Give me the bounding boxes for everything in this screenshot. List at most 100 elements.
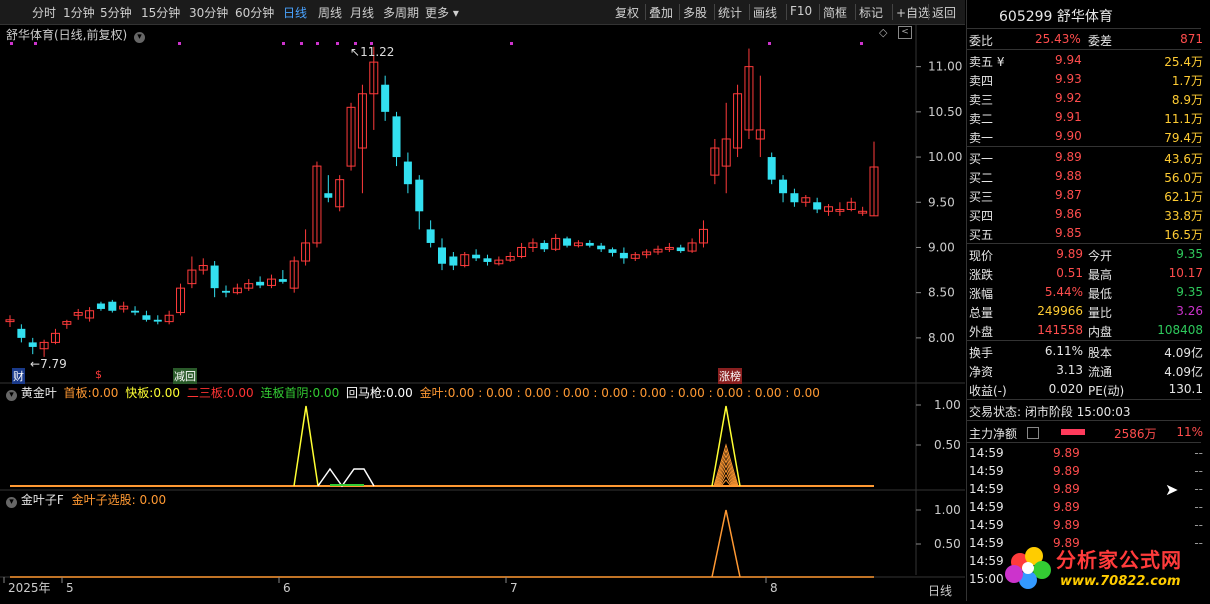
indicator1-item-label: 快板: (125, 386, 154, 400)
toolbar-button-2[interactable]: 多股 (683, 4, 707, 21)
stat-label: 现价 (969, 249, 994, 263)
indicator1-name: 黄金叶 (20, 386, 57, 400)
price-tick-label: 8.50 (928, 286, 955, 300)
chevron-down-icon[interactable]: ▾ (6, 390, 17, 401)
diamond-icon[interactable]: ◇ (879, 26, 887, 39)
toolbar-button-4[interactable]: 画线 (753, 4, 777, 21)
stat-value: 249966 (1037, 304, 1083, 318)
cai-marker[interactable]: 财 (12, 368, 25, 384)
candle-body (403, 161, 412, 185)
ask-row[interactable]: 卖三 9.92 8.9万 (967, 89, 1203, 108)
stat-value: 141558 (1037, 323, 1083, 337)
fund-value: 0.020 (1048, 382, 1083, 396)
toolbar-button-1[interactable]: 叠加 (649, 4, 673, 21)
toolbar-button-5[interactable]: F10 (790, 4, 812, 18)
tick-volume: -- (1194, 464, 1203, 478)
dollar-marker[interactable]: $ (95, 368, 102, 381)
list-icon[interactable] (1027, 427, 1039, 439)
candle-body (392, 116, 401, 158)
period-tab-0[interactable]: 分时 (32, 4, 56, 21)
period-tab-3[interactable]: 15分钟 (141, 4, 180, 21)
candle-body (790, 193, 799, 203)
toolbar-button-9[interactable]: 返回 (932, 4, 956, 21)
period-label[interactable]: 日线 (928, 582, 952, 599)
candle-body (779, 179, 788, 194)
tick-volume: -- (1194, 518, 1203, 532)
toolbar-button-0[interactable]: 复权 (615, 4, 639, 21)
period-tab-1[interactable]: 1分钟 (63, 4, 95, 21)
period-tab-5[interactable]: 60分钟 (235, 4, 274, 21)
indicator1-title[interactable]: ▾ 黄金叶 首板:0.00 快板:0.00 二三板:0.00 连板首阴:0.00… (6, 384, 820, 401)
tick-row: 14:59 9.89 -- (967, 516, 1203, 535)
chevron-down-icon[interactable]: ▾ (6, 497, 17, 508)
bid-row[interactable]: 买一 9.89 43.6万 (967, 148, 1203, 167)
stat-label: 量比 (1088, 306, 1113, 320)
tick-price: 9.89 (1053, 464, 1080, 478)
period-tab-7[interactable]: 周线 (318, 4, 342, 21)
tick-price: 9.89 (1053, 482, 1080, 496)
candle-body (619, 252, 628, 259)
ask-price: 9.90 (1055, 129, 1082, 143)
x-tick-label: 2025年 (8, 581, 51, 595)
price-tick-label: 8.00 (928, 331, 955, 345)
mainforce-pct: 11% (1176, 425, 1203, 439)
zhangbang-marker[interactable]: 涨榜 (718, 368, 742, 384)
ask-row[interactable]: 卖二 9.91 11.1万 (967, 108, 1203, 127)
bid-row[interactable]: 买二 9.88 56.0万 (967, 167, 1203, 186)
fundamental-row: 净资 3.13 流通 4.09亿 (967, 361, 1203, 380)
toolbar-separator (928, 4, 929, 20)
toolbar-button-8[interactable]: +自选 (896, 4, 930, 21)
ind1-tick-label: 1.00 (934, 398, 961, 412)
ask-volume: 79.4万 (1164, 131, 1203, 145)
stock-header: 605299 舒华体育 (999, 6, 1113, 26)
indicator2-title[interactable]: ▾ 金叶子F 金叶子选股: 0.00 (6, 491, 166, 508)
mouse-cursor-icon: ➤ (1165, 480, 1179, 499)
ind1-tick-label: 0.50 (934, 438, 961, 452)
period-tab-2[interactable]: 5分钟 (100, 4, 132, 21)
candle-body (381, 84, 390, 112)
period-tab-10[interactable]: 更多 ▾ (425, 4, 459, 21)
ask-label: 卖四 (969, 74, 994, 88)
ask-volume: 1.7万 (1171, 74, 1203, 88)
toolbar-button-6[interactable]: 简框 (823, 4, 847, 21)
ask-row[interactable]: 卖一 9.90 79.4万 (967, 127, 1203, 146)
stat-row: 外盘 141558 内盘 108408 (967, 321, 1203, 340)
signal-dot (510, 42, 513, 45)
watermark-brand: 分析家公式网 (1056, 548, 1182, 572)
ask-price: 9.92 (1055, 91, 1082, 105)
stat-value: 108408 (1157, 323, 1203, 337)
bid-row[interactable]: 买四 9.86 33.8万 (967, 205, 1203, 224)
kline-chart[interactable]: 11.00 10.50 10.00 9.50 9.00 8.50 8.00 1.00 0.50… (0, 25, 965, 601)
ind1-huimaqiang (317, 467, 375, 488)
period-tab-8[interactable]: 月线 (350, 4, 374, 21)
fundamental-row: 换手 6.11% 股本 4.09亿 (967, 342, 1203, 361)
toolbar-button-7[interactable]: 标记 (859, 4, 883, 21)
period-tab-9[interactable]: 多周期 (383, 4, 419, 21)
bid-price: 9.89 (1055, 150, 1082, 164)
chevron-down-icon[interactable]: ▾ (134, 32, 146, 43)
stat-label: 最高 (1088, 268, 1113, 282)
indicator1-plot: 1.00 0.50 (10, 398, 961, 488)
watermark-logo: 分析家公式网 www.70822.com (998, 540, 1210, 601)
high-price-value: 11.22 (360, 45, 395, 59)
period-tab-4[interactable]: 30分钟 (189, 4, 228, 21)
ask-row[interactable]: 卖四 9.93 1.7万 (967, 70, 1203, 89)
bid-volume: 62.1万 (1164, 190, 1203, 204)
ask-row[interactable]: 卖五 ¥ 9.94 25.4万 (967, 51, 1203, 70)
mainforce-row[interactable]: 主力净额 2586万 11% (967, 423, 1203, 442)
stat-value: 10.17 (1168, 266, 1203, 280)
price-tick-label: 9.00 (928, 240, 955, 254)
x-tick-label: 6 (283, 581, 291, 595)
stat-row: 现价 9.89 今开 9.35 (967, 245, 1203, 264)
jianhui-marker[interactable]: 减回 (173, 368, 197, 384)
tick-volume: -- (1194, 446, 1203, 460)
collapse-icon[interactable]: < (898, 26, 912, 39)
candle-body (96, 303, 105, 309)
bid-row[interactable]: 买三 9.87 62.1万 (967, 186, 1203, 205)
period-tab-6[interactable]: 日线 (283, 4, 307, 21)
main-chart-title[interactable]: 舒华体育(日线,前复权) ▾ (6, 26, 146, 43)
toolbar-button-3[interactable]: 统计 (718, 4, 742, 21)
bid-label: 买五 (969, 228, 994, 242)
tick-time: 14:59 (969, 482, 1004, 496)
bid-row[interactable]: 买五 9.85 16.5万 (967, 224, 1203, 243)
